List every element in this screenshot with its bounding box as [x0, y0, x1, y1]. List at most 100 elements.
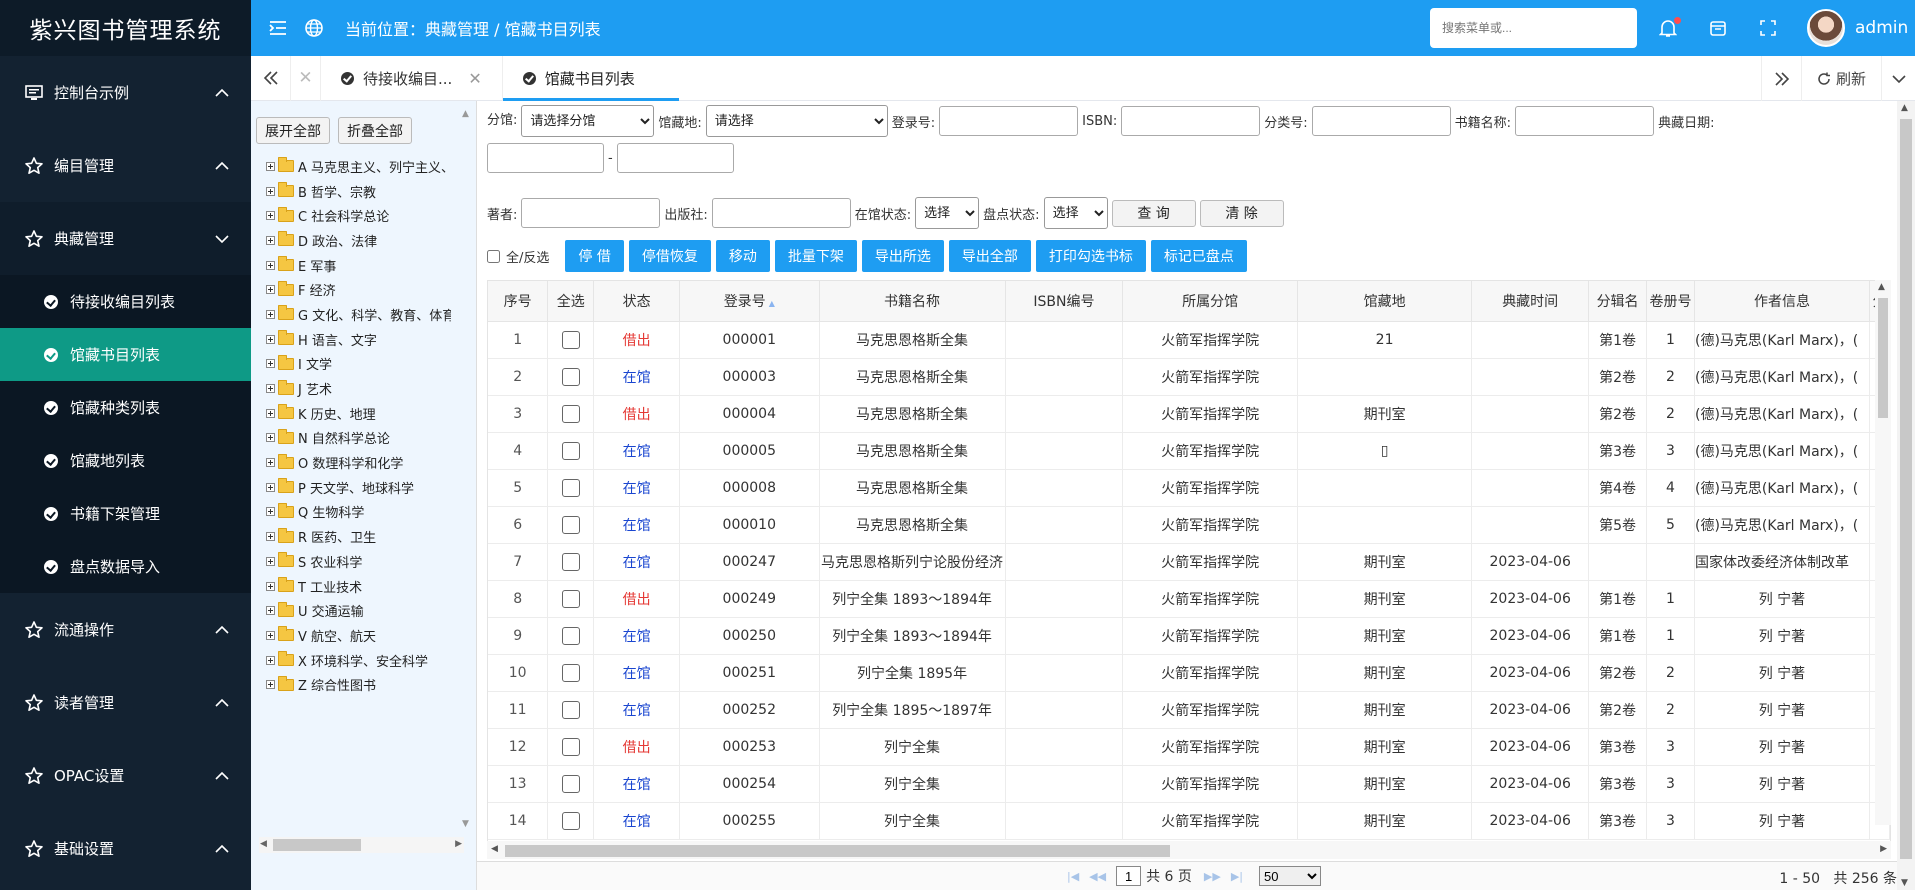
tree-node[interactable]: K 历史、地理 [266, 401, 451, 426]
select-all-checkbox[interactable] [487, 249, 500, 263]
bell-icon[interactable] [1657, 17, 1681, 39]
fullscreen-icon[interactable] [1757, 17, 1779, 39]
expand-icon[interactable] [266, 458, 275, 468]
column-header[interactable]: 所属分馆 [1122, 281, 1298, 322]
submenu-holding-types[interactable]: 馆藏种类列表 [0, 381, 251, 434]
action-button[interactable]: 标记已盘点 [1150, 240, 1247, 272]
last-page-icon[interactable]: ▶| [1231, 870, 1243, 883]
menu-basic-settings[interactable]: 基础设置 [0, 812, 251, 885]
globe-icon[interactable] [303, 17, 325, 39]
column-header[interactable]: 全选 [547, 281, 595, 322]
submenu-inventory-import[interactable]: 盘点数据导入 [0, 540, 251, 593]
expand-icon[interactable] [266, 260, 275, 270]
expand-icon[interactable] [266, 309, 275, 319]
expand-icon[interactable] [266, 334, 275, 344]
menu-collection[interactable]: 典藏管理 [0, 202, 251, 275]
table-row[interactable]: 12 借出 000253 列宁全集 火箭军指挥学院 期刊室 2023-04-06 第3卷 3 列 … [488, 728, 1890, 766]
tab-pending-catalog[interactable]: 待接收编目... ✕ [321, 55, 503, 101]
expand-icon[interactable] [266, 384, 275, 394]
page-vertical-scrollbar[interactable]: ▲ ▼ [1897, 101, 1915, 890]
tree-node[interactable]: E 军事 [266, 253, 451, 278]
class-no-input[interactable] [1311, 106, 1451, 136]
action-button[interactable]: 停借恢复 [628, 240, 711, 272]
row-checkbox[interactable] [561, 774, 580, 793]
submenu-pending-catalog[interactable]: 待接收编目列表 [0, 275, 251, 328]
tree-node[interactable]: V 航空、航天 [266, 623, 451, 648]
table-row[interactable]: 7 在馆 000247 马克思恩格斯列宁论股份经济 火箭军指挥学院 期刊室 2023-04-… [488, 543, 1890, 581]
tree-node[interactable]: U 交通运输 [266, 598, 451, 623]
avatar[interactable] [1807, 9, 1845, 47]
column-header[interactable]: ISBN编号 [1005, 281, 1124, 322]
tree-node[interactable]: P 天文学、地球科学 [266, 475, 451, 500]
menu-opac[interactable]: OPAC设置 [0, 739, 251, 812]
expand-icon[interactable] [266, 507, 275, 517]
tree-node[interactable]: I 文学 [266, 352, 451, 377]
publisher-input[interactable] [711, 198, 851, 228]
row-checkbox[interactable] [561, 589, 580, 608]
expand-icon[interactable] [266, 680, 275, 690]
refresh-button[interactable]: 刷新 [1801, 56, 1881, 101]
row-checkbox[interactable] [561, 811, 580, 830]
date-to-input[interactable] [616, 143, 734, 173]
package-icon[interactable] [1707, 17, 1729, 39]
table-row[interactable]: 11 在馆 000252 列宁全集 1895～1897年 火箭军指挥学院 期刊室 2023-… [488, 691, 1890, 729]
column-header[interactable]: 卷册号 [1646, 281, 1695, 322]
table-row[interactable]: 4 在馆 000005 马克思恩格斯全集 火箭军指挥学院 ▯ 第3卷 3 (德)马克思(Karl… [488, 432, 1890, 470]
table-row[interactable]: 3 借出 000004 马克思恩格斯全集 火箭军指挥学院 期刊室 第2卷 2 (德)马克思(Ka… [488, 395, 1890, 433]
expand-all-button[interactable]: 展开全部 [256, 117, 330, 144]
date-from-input[interactable] [487, 143, 604, 173]
prev-page-icon[interactable]: ◀◀ [1089, 870, 1106, 883]
menu-dashboard[interactable]: 控制台示例 [0, 56, 251, 129]
row-checkbox[interactable] [561, 515, 580, 534]
table-row[interactable]: 9 在馆 000250 列宁全集 1893～1894年 火箭军指挥学院 期刊室 2023-0… [488, 617, 1890, 655]
inventory-select[interactable]: 选择 [1043, 197, 1108, 229]
tree-node[interactable]: N 自然科学总论 [266, 426, 451, 451]
row-checkbox[interactable] [561, 552, 580, 571]
action-button[interactable]: 打印勾选书标 [1035, 240, 1146, 272]
row-checkbox[interactable] [561, 441, 580, 460]
column-header[interactable]: 典藏时间 [1471, 281, 1590, 322]
menu-circulation[interactable]: 流通操作 [0, 593, 251, 666]
expand-icon[interactable] [266, 482, 275, 492]
tree-vertical-scrollbar[interactable]: ▲ ▼ [459, 109, 473, 829]
tree-horizontal-scrollbar[interactable]: ◀ ▶ [259, 837, 464, 853]
book-title-input[interactable] [1515, 106, 1655, 136]
expand-icon[interactable] [266, 235, 275, 245]
menu-cataloging[interactable]: 编目管理 [0, 129, 251, 202]
table-row[interactable]: 5 在馆 000008 马克思恩格斯全集 火箭军指挥学院 第4卷 4 (德)马克思(Karl … [488, 469, 1890, 507]
table-row[interactable]: 1 借出 000001 马克思恩格斯全集 火箭军指挥学院 21 第1卷 1 (德)马克思(Kar… [488, 321, 1890, 359]
submenu-locations[interactable]: 馆藏地列表 [0, 434, 251, 487]
author-input[interactable] [521, 198, 661, 228]
tree-node[interactable]: B 哲学、宗教 [266, 179, 451, 204]
tree-node[interactable]: R 医药、卫生 [266, 524, 451, 549]
table-horizontal-scrollbar[interactable]: ◀ ▶ [487, 841, 1891, 859]
tree-node[interactable]: O 数理科学和化学 [266, 450, 451, 475]
table-row[interactable]: 6 在馆 000010 马克思恩格斯全集 火箭军指挥学院 第5卷 5 (德)马克思(Karl … [488, 506, 1890, 544]
isbn-input[interactable] [1121, 106, 1261, 136]
query-button[interactable]: 查 询 [1111, 199, 1196, 227]
expand-icon[interactable] [266, 581, 275, 591]
submenu-delisting[interactable]: 书籍下架管理 [0, 487, 251, 540]
username[interactable]: admin [1855, 18, 1908, 38]
table-row[interactable]: 10 在馆 000251 列宁全集 1895年 火箭军指挥学院 期刊室 2023-04-06… [488, 654, 1890, 692]
tree-node[interactable]: G 文化、科学、教育、体育 [266, 302, 451, 327]
row-checkbox[interactable] [561, 663, 580, 682]
close-home-tab-icon[interactable]: ✕ [291, 55, 321, 101]
column-header[interactable]: 书籍名称 [819, 281, 1006, 322]
action-button[interactable]: 停 借 [565, 240, 624, 272]
action-button[interactable]: 移动 [715, 240, 770, 272]
table-row[interactable]: 8 借出 000249 列宁全集 1893～1894年 火箭军指挥学院 期刊室 2023-0… [488, 580, 1890, 618]
page-number-input[interactable] [1116, 866, 1142, 886]
expand-icon[interactable] [266, 655, 275, 665]
row-checkbox[interactable] [561, 626, 580, 645]
table-row[interactable]: 14 在馆 000255 列宁全集 火箭军指挥学院 期刊室 2023-04-06 第3卷 3 列 … [488, 802, 1890, 840]
tree-node[interactable]: F 经济 [266, 277, 451, 302]
instock-select[interactable]: 选择 [915, 197, 980, 229]
clear-button[interactable]: 清 除 [1199, 199, 1284, 227]
row-checkbox[interactable] [561, 404, 580, 423]
expand-icon[interactable] [266, 630, 275, 640]
column-header[interactable]: 登录号 ▲ [679, 281, 820, 322]
column-header[interactable]: 作者信息 [1694, 281, 1870, 322]
expand-icon[interactable] [266, 532, 275, 542]
row-checkbox[interactable] [561, 700, 580, 719]
